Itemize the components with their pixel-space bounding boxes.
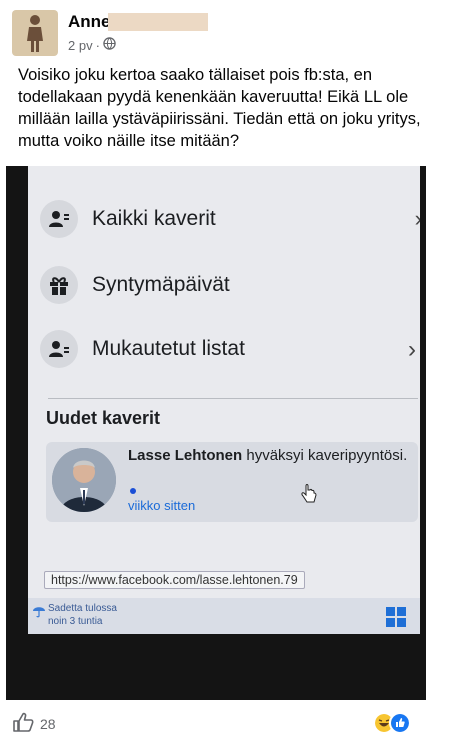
unread-dot [130, 488, 136, 494]
notification-action: hyväksyi kaveripyyntösi. [242, 447, 408, 464]
post-footer: 28 [0, 706, 455, 746]
reaction-summary[interactable] [373, 712, 411, 734]
post-header: Anne 2 pv · [12, 10, 442, 60]
redacted-surname [108, 13, 208, 31]
menu-label: Kaikki kaverit [92, 207, 216, 230]
gift-icon [40, 266, 78, 304]
notification-text: Lasse Lehtonen hyväksyi kaveripyyntösi. [128, 446, 408, 466]
post-meta: 2 pv · [68, 37, 116, 53]
weather-widget: Sadetta tulossa noin 3 tuntia [48, 602, 117, 628]
like-button[interactable]: 28 [12, 712, 56, 735]
like-reaction-icon [389, 712, 411, 734]
friend-name: Lasse Lehtonen [128, 447, 243, 464]
friend-avatar [52, 448, 116, 512]
post-time[interactable]: 2 pv [68, 38, 93, 53]
menu-item-custom-lists: Mukautetut listat [40, 330, 245, 368]
menu-label: Syntymäpäivät [92, 273, 230, 296]
status-bar-url: https://www.facebook.com/lasse.lehtonen.… [44, 571, 305, 589]
person-silhouette-icon [27, 15, 43, 52]
photographed-screen: › Kaikki kaverit Syntymäpäivät Mukautetu… [28, 166, 420, 598]
notification-time: viikko sitten [128, 498, 196, 513]
meta-separator: · [95, 37, 100, 53]
section-title: Uudet kaverit [46, 408, 161, 428]
thumbs-up-icon [12, 712, 34, 735]
post-text: Voisiko joku kertoa saako tällaiset pois… [18, 66, 421, 150]
author-name[interactable]: Anne [68, 12, 111, 32]
divider [48, 398, 418, 399]
globe-icon [103, 37, 116, 53]
menu-item-birthdays: Syntymäpäivät [40, 266, 230, 304]
author-avatar[interactable] [12, 10, 58, 56]
hand-cursor-icon [300, 484, 318, 511]
windows-logo-icon [386, 607, 406, 632]
chevron-right-icon: › [408, 336, 416, 363]
like-count: 28 [40, 715, 56, 732]
umbrella-icon [32, 604, 46, 623]
weather-line1: Sadetta tulossa [48, 603, 117, 614]
chevron-right-icon: › [415, 206, 420, 232]
friends-list-icon [40, 200, 78, 238]
menu-label: Mukautetut listat [92, 337, 245, 360]
post-photo[interactable]: › Kaikki kaverit Syntymäpäivät Mukautetu… [6, 166, 426, 700]
custom-list-icon [40, 330, 78, 368]
weather-line2: noin 3 tuntia [48, 616, 103, 627]
friend-notification: Lasse Lehtonen hyväksyi kaveripyyntösi. … [46, 442, 418, 522]
menu-item-all-friends: Kaikki kaverit [40, 200, 216, 238]
